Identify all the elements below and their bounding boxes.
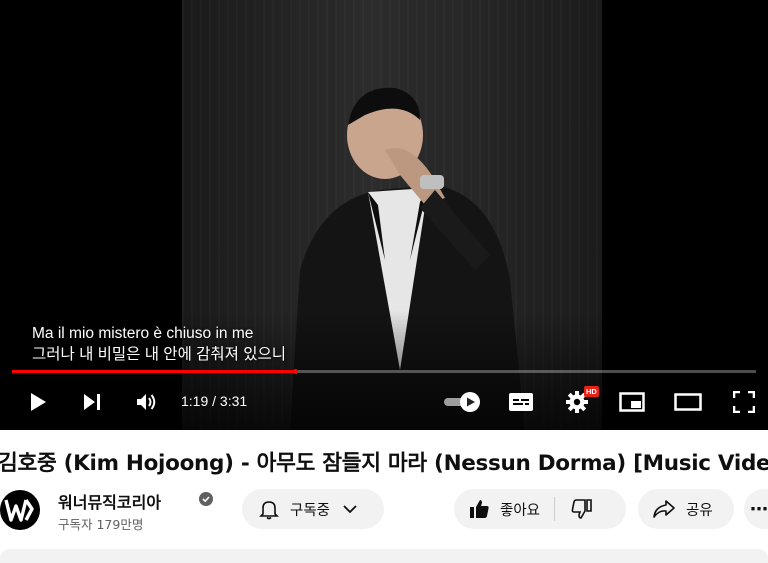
fullscreen-button[interactable] [728,386,760,418]
thumbs-down-icon [571,499,592,519]
subscriber-count: 구독자 179만명 [58,517,144,532]
progress-bar[interactable] [12,369,756,374]
warner-music-logo [4,499,34,522]
miniplayer-icon [619,392,645,412]
verified-check-icon [199,492,213,506]
bell-icon [259,501,279,520]
subscribe-button[interactable]: 구독중 [242,489,384,529]
hd-badge: HD [584,386,599,397]
time-display: 1:19 / 3:31 [181,393,248,409]
closed-captions-icon [509,393,533,411]
share-button[interactable]: 공유 [638,489,734,529]
thumbs-up-icon [470,500,489,518]
play-icon [31,393,46,411]
autoplay-toggle-icon [444,392,480,412]
theater-mode-button[interactable] [672,386,704,418]
share-arrow-icon [653,500,675,518]
subtitle-caption: Ma il mio mistero è chiuso in me 그러나 내 비… [32,323,286,365]
volume-button[interactable] [130,386,162,418]
more-icon: ⋯ [750,498,768,520]
progress-scrubber[interactable] [292,369,298,374]
like-dislike-group: 좋아요 [454,489,626,529]
caption-line-korean: 그러나 내 비밀은 내 안에 감춰져 있으니 [32,346,286,363]
volume-icon [137,394,156,410]
like-label: 좋아요 [500,502,541,519]
channel-name[interactable]: 워너뮤직코리아 [58,489,161,513]
chevron-down-icon [343,505,357,514]
skip-next-icon [84,394,100,410]
like-button[interactable]: 좋아요 [454,489,554,529]
fullscreen-icon [733,391,755,413]
progress-played [12,370,295,373]
autoplay-toggle[interactable] [440,386,484,418]
channel-avatar[interactable] [0,490,40,530]
subtitles-button[interactable] [505,386,537,418]
share-label: 공유 [686,502,713,519]
subscribe-label: 구독중 [290,502,331,519]
play-button[interactable] [22,386,54,418]
caption-line-italian: Ma il mio mistero è chiuso in me [32,325,254,342]
dislike-button[interactable] [555,489,593,529]
video-title: 김호중 (Kim Hojoong) - 아무도 잠들지 마라 (Nessun D… [0,451,768,476]
next-button[interactable] [76,386,108,418]
video-player[interactable]: Ma il mio mistero è chiuso in me 그러나 내 비… [0,0,768,430]
more-actions-button[interactable]: ⋯ [744,489,768,529]
description-box[interactable] [0,549,768,563]
theater-mode-icon [674,393,702,411]
miniplayer-button[interactable] [616,386,648,418]
